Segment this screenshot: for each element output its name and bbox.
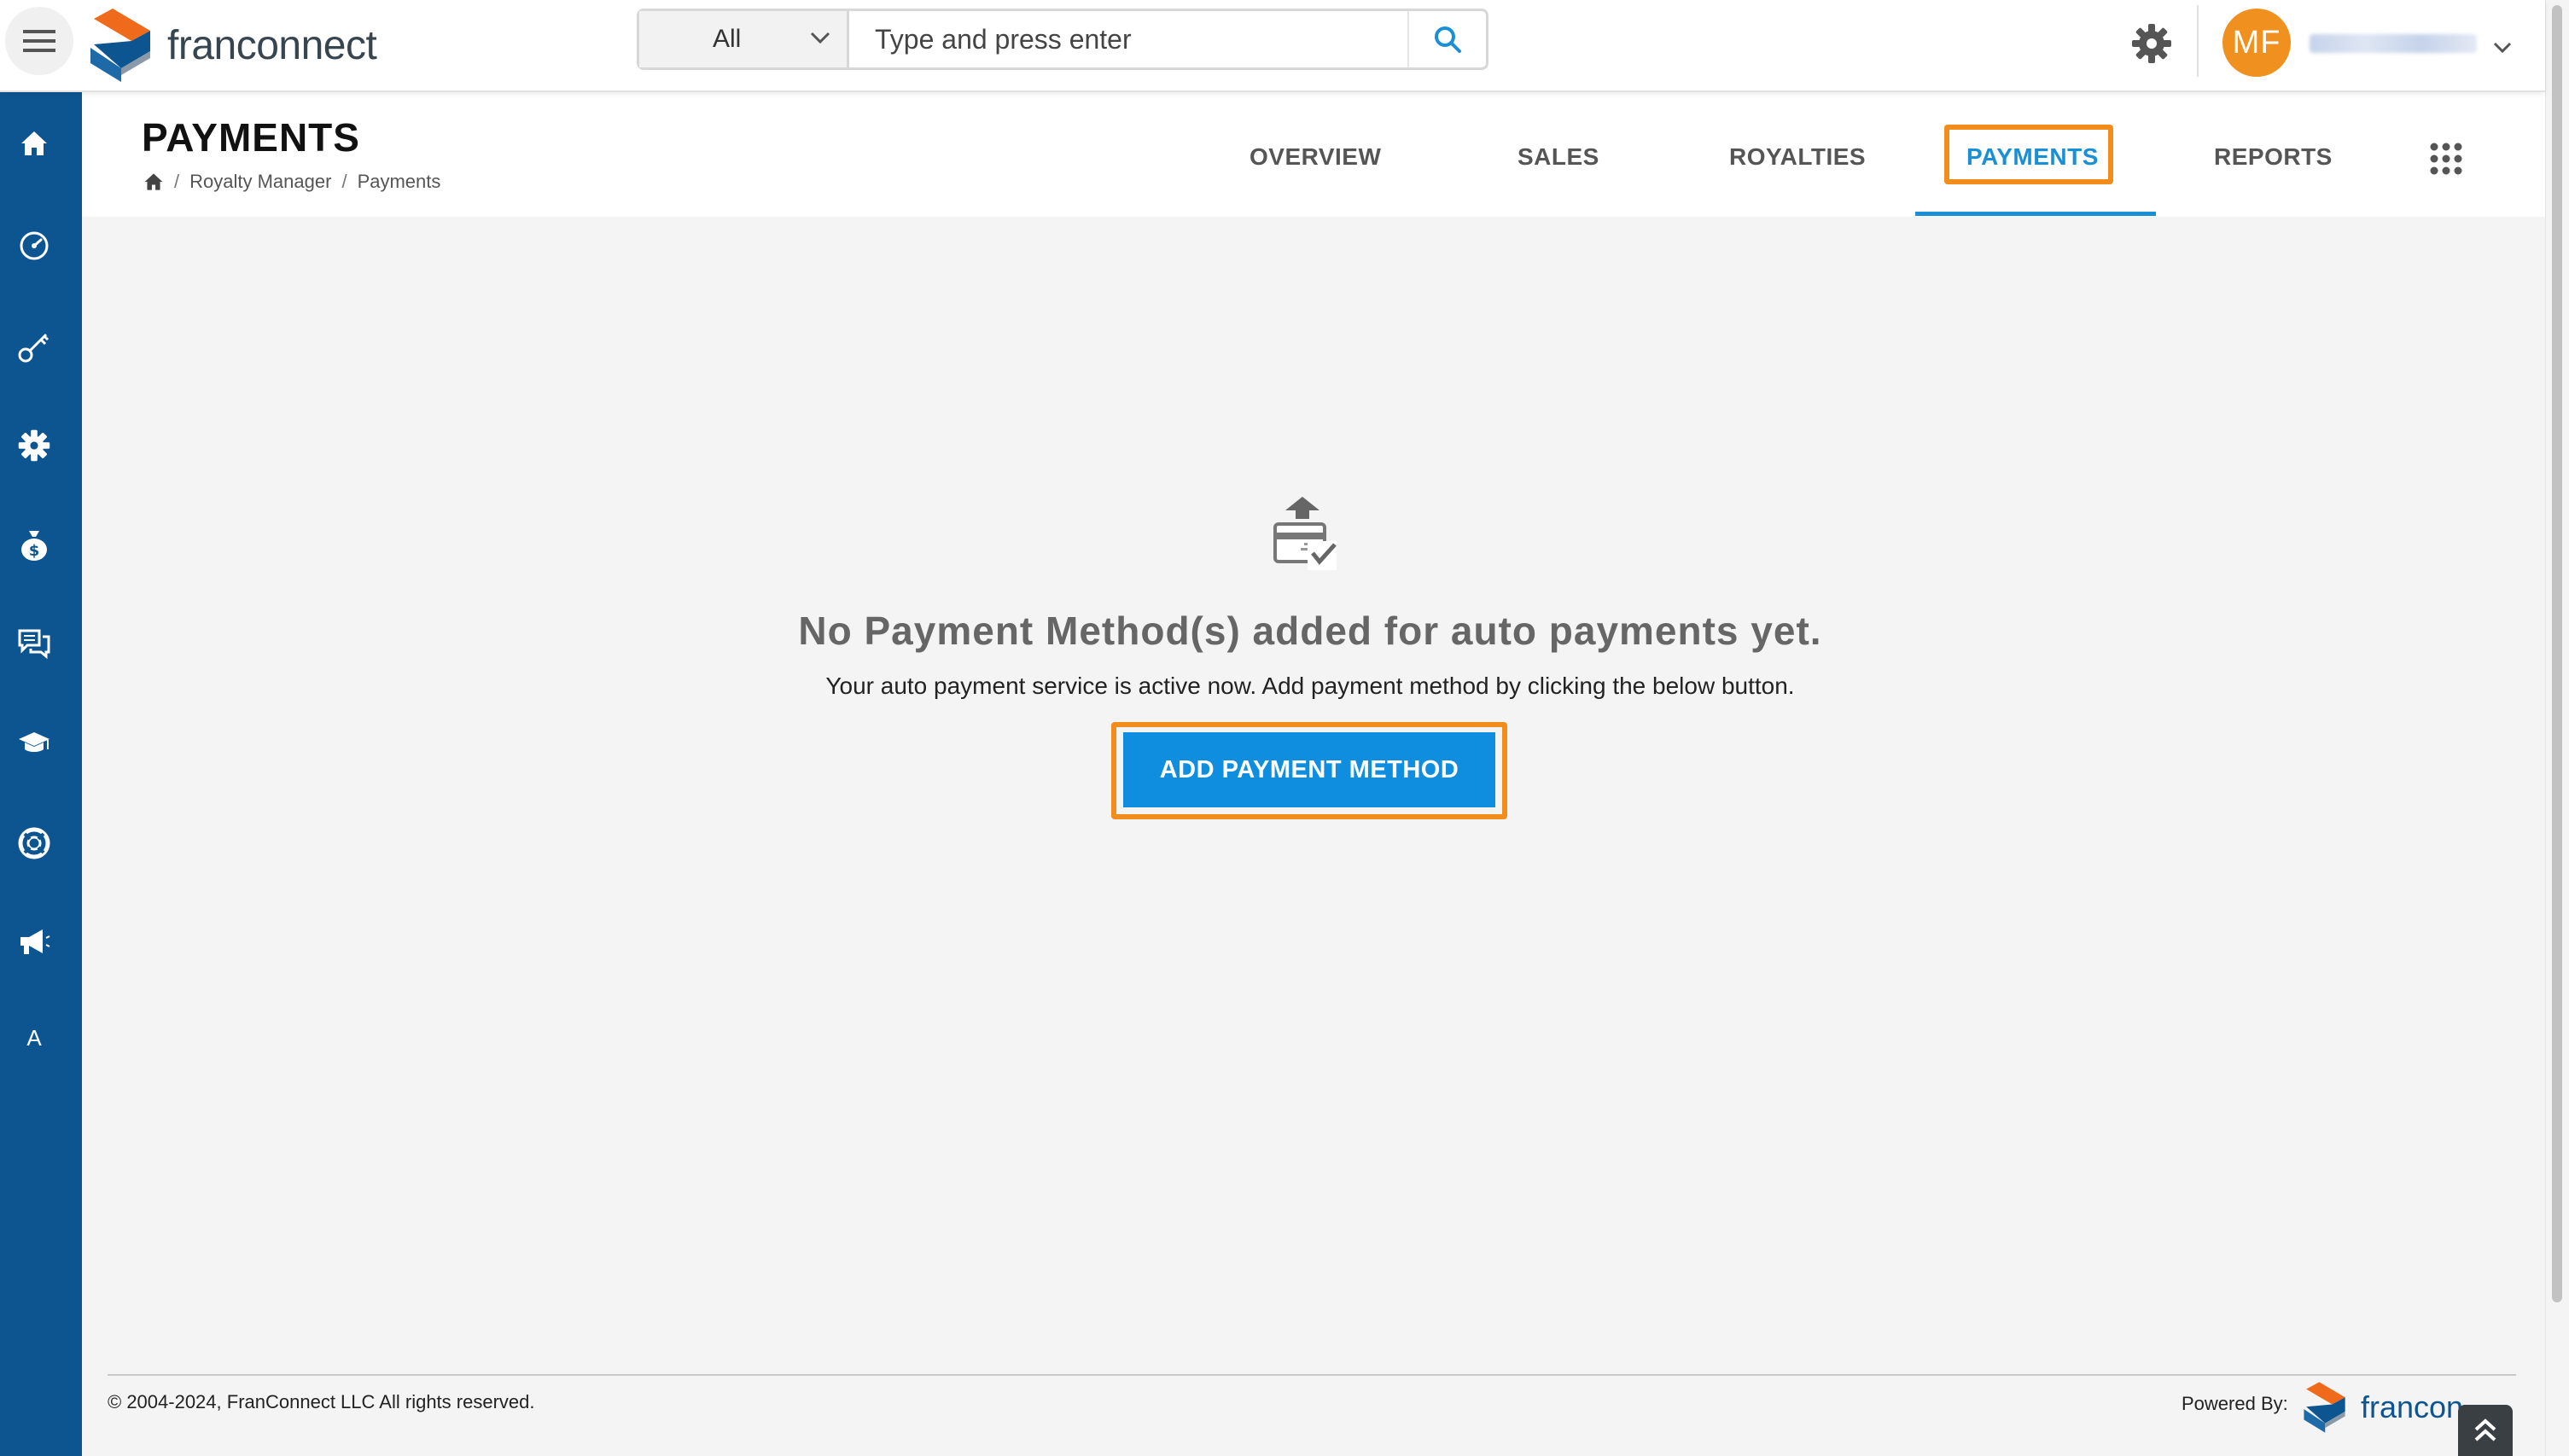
active-tab-indicator [1915, 212, 2156, 216]
empty-state-title: No Payment Method(s) added for auto paym… [798, 609, 1822, 653]
franconnect-logo[interactable]: franconnect [87, 7, 377, 84]
franconnect-logo-mark [2304, 1382, 2345, 1433]
payment-card-upload-icon [1273, 497, 1337, 570]
chevron-down-icon [810, 32, 830, 44]
tab-royalties[interactable]: ROYALTIES [1729, 143, 1866, 171]
top-header: franconnect All Type and press enter MF [0, 0, 2545, 92]
header-divider [2197, 5, 2199, 77]
left-sidebar: $ A [0, 90, 82, 1456]
footer-franconnect-logo[interactable]: francon [2301, 1381, 2463, 1434]
tab-sales[interactable]: SALES [1518, 143, 1599, 171]
sidebar-item-a[interactable]: A [0, 1004, 68, 1072]
search-icon [1435, 26, 1461, 53]
sidebar-item-dashboard[interactable] [0, 212, 68, 280]
settings-gear-icon [18, 429, 50, 462]
footer-divider [108, 1374, 2516, 1376]
tab-bar: OVERVIEW SALES ROYALTIES PAYMENTS REPORT… [82, 92, 2545, 217]
sidebar-item-training[interactable] [0, 708, 68, 777]
menu-icon [23, 30, 55, 52]
footer-powered-by: Powered By: [2182, 1393, 2288, 1414]
page-header: PAYMENTS / Royalty Manager / Payments OV… [82, 92, 2545, 217]
logo-text: franconnect [167, 22, 377, 68]
settings-button[interactable] [2130, 22, 2173, 69]
sidebar-item-royalty[interactable]: $ [0, 510, 68, 579]
money-bag-icon: $ [21, 531, 47, 561]
franconnect-logo-mark [90, 9, 150, 82]
add-payment-method-button[interactable]: ADD PAYMENT METHOD [1123, 732, 1495, 807]
support-lifebuoy-icon [18, 827, 50, 859]
tab-payments[interactable]: PAYMENTS [1966, 143, 2099, 171]
empty-state-subtitle: Your auto payment service is active now.… [825, 673, 1795, 699]
sidebar-letter: A [26, 1024, 42, 1051]
sidebar-item-home[interactable] [0, 109, 68, 178]
global-search: All [637, 9, 1488, 70]
double-chevron-up-icon [2474, 1418, 2496, 1441]
dashboard-gauge-icon [20, 231, 49, 260]
search-scope-select[interactable]: All [639, 11, 849, 67]
chevron-down-icon[interactable] [2492, 41, 2513, 55]
megaphone-icon [20, 929, 50, 954]
svg-text:$: $ [29, 542, 40, 560]
search-button[interactable] [1407, 11, 1486, 67]
gear-icon [2132, 24, 2171, 63]
footer-copyright: © 2004-2024, FranConnect LLC All rights … [108, 1391, 535, 1412]
sidebar-item-marketing[interactable] [0, 908, 68, 976]
user-avatar[interactable]: MF [2222, 9, 2291, 77]
home-icon [21, 131, 47, 155]
search-input[interactable] [849, 10, 1407, 68]
tab-reports[interactable]: REPORTS [2214, 143, 2333, 171]
sidebar-item-key[interactable] [0, 312, 68, 381]
hamburger-menu-button[interactable] [5, 7, 73, 75]
scroll-to-top-button[interactable] [2458, 1405, 2513, 1456]
key-icon [18, 333, 50, 363]
sidebar-item-settings[interactable] [0, 411, 68, 480]
sidebar-item-support[interactable] [0, 809, 68, 877]
username-redacted[interactable] [2310, 34, 2477, 53]
tab-overview[interactable]: OVERVIEW [1250, 143, 1381, 171]
scrollbar-thumb[interactable] [2552, 5, 2562, 1302]
search-scope-value: All [713, 25, 742, 53]
graduation-cap-icon [19, 732, 50, 752]
footer-logo-text: francon [2361, 1389, 2464, 1424]
apps-grid-icon[interactable] [2429, 142, 2463, 176]
